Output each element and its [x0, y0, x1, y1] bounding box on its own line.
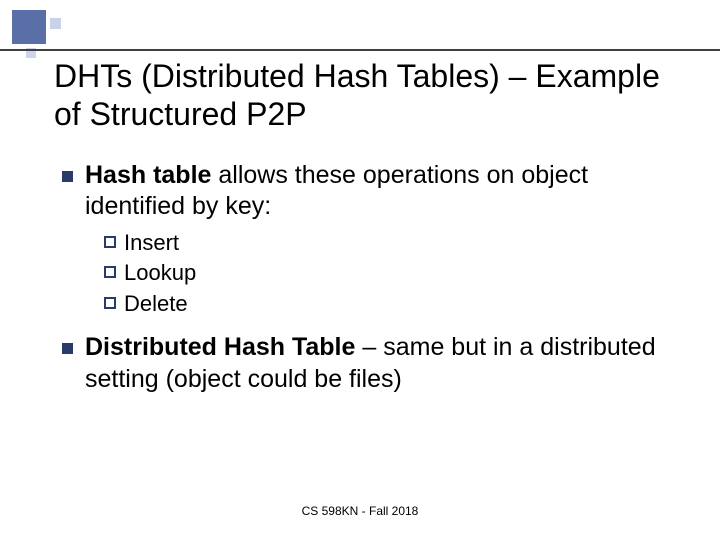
slide-footer: CS 598KN - Fall 2018 — [0, 504, 720, 518]
square-bullet-icon — [62, 171, 73, 182]
motif-square-small-1 — [50, 18, 61, 29]
sub-text: Insert — [124, 229, 179, 258]
box-bullet-icon — [104, 297, 116, 309]
box-bullet-icon — [104, 236, 116, 248]
sub-item: Delete — [104, 290, 672, 319]
bullet-text: Hash table allows these operations on ob… — [85, 160, 672, 223]
sub-item: Insert — [104, 229, 672, 258]
slide: DHTs (Distributed Hash Tables) – Example… — [0, 0, 720, 540]
slide-title: DHTs (Distributed Hash Tables) – Example… — [54, 58, 674, 134]
bullet-bold: Distributed Hash Table — [85, 333, 355, 361]
bullet-bold: Hash table — [85, 161, 211, 189]
top-divider — [0, 49, 720, 51]
box-bullet-icon — [104, 266, 116, 278]
bullet-text: Distributed Hash Table – same but in a d… — [85, 332, 672, 395]
sub-text: Delete — [124, 290, 188, 319]
sub-item: Lookup — [104, 259, 672, 288]
corner-motif — [12, 10, 82, 60]
sub-list: Insert Lookup Delete — [104, 229, 672, 319]
slide-body: Hash table allows these operations on ob… — [62, 160, 672, 399]
bullet-item: Distributed Hash Table – same but in a d… — [62, 332, 672, 395]
square-bullet-icon — [62, 343, 73, 354]
sub-text: Lookup — [124, 259, 196, 288]
bullet-item: Hash table allows these operations on ob… — [62, 160, 672, 223]
motif-square-large — [12, 10, 46, 44]
